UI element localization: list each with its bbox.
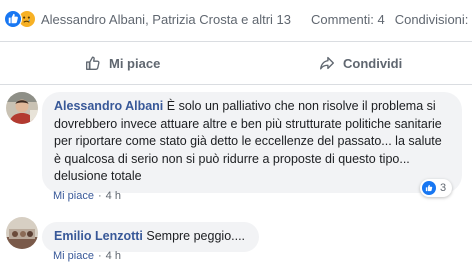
share-arrow-icon xyxy=(320,56,334,70)
comment-like-count[interactable]: 3 xyxy=(420,179,453,197)
divider xyxy=(0,84,472,85)
like-count-value: 3 xyxy=(440,182,447,194)
comment-bubble: Alessandro Albani È solo un palliativo c… xyxy=(42,92,462,193)
reactions-summary: Alessandro Albani, Patrizia Crosta e alt… xyxy=(0,0,472,40)
like-reaction-icon[interactable] xyxy=(4,10,22,28)
thumbs-up-icon xyxy=(86,56,100,70)
comment-bubble: Emilio Lenzotti Sempre peggio.... xyxy=(42,222,259,252)
comment-time[interactable]: 4 h xyxy=(106,250,121,262)
share-button-label: Condividi xyxy=(343,55,403,71)
comment-meta: Mi piace · 4 h xyxy=(53,190,121,202)
like-mini-icon xyxy=(422,181,436,195)
share-button[interactable]: Condividi xyxy=(318,52,402,74)
divider xyxy=(0,41,472,42)
reactors-link[interactable]: Alessandro Albani, Patrizia Crosta e alt… xyxy=(41,12,291,27)
comment-author-link[interactable]: Emilio Lenzotti xyxy=(54,229,143,243)
like-button-label: Mi piace xyxy=(109,55,161,71)
comment-time[interactable]: 4 h xyxy=(106,190,121,202)
comment-like-link[interactable]: Mi piace xyxy=(53,250,94,262)
comment-author-link[interactable]: Alessandro Albani xyxy=(54,99,163,113)
like-button[interactable]: Mi piace xyxy=(84,52,160,74)
shares-count-link[interactable]: Condivisioni: 1 xyxy=(395,12,472,27)
comment-text: Sempre peggio.... xyxy=(142,229,246,243)
comment-meta: Mi piace · 4 h xyxy=(53,250,121,262)
engagement-counts: Commenti: 4 Condivisioni: 1 xyxy=(311,12,472,27)
comments-count-link[interactable]: Commenti: 4 xyxy=(311,12,385,27)
comment-like-link[interactable]: Mi piace xyxy=(53,190,94,202)
avatar[interactable] xyxy=(6,92,38,124)
avatar[interactable] xyxy=(6,217,38,249)
